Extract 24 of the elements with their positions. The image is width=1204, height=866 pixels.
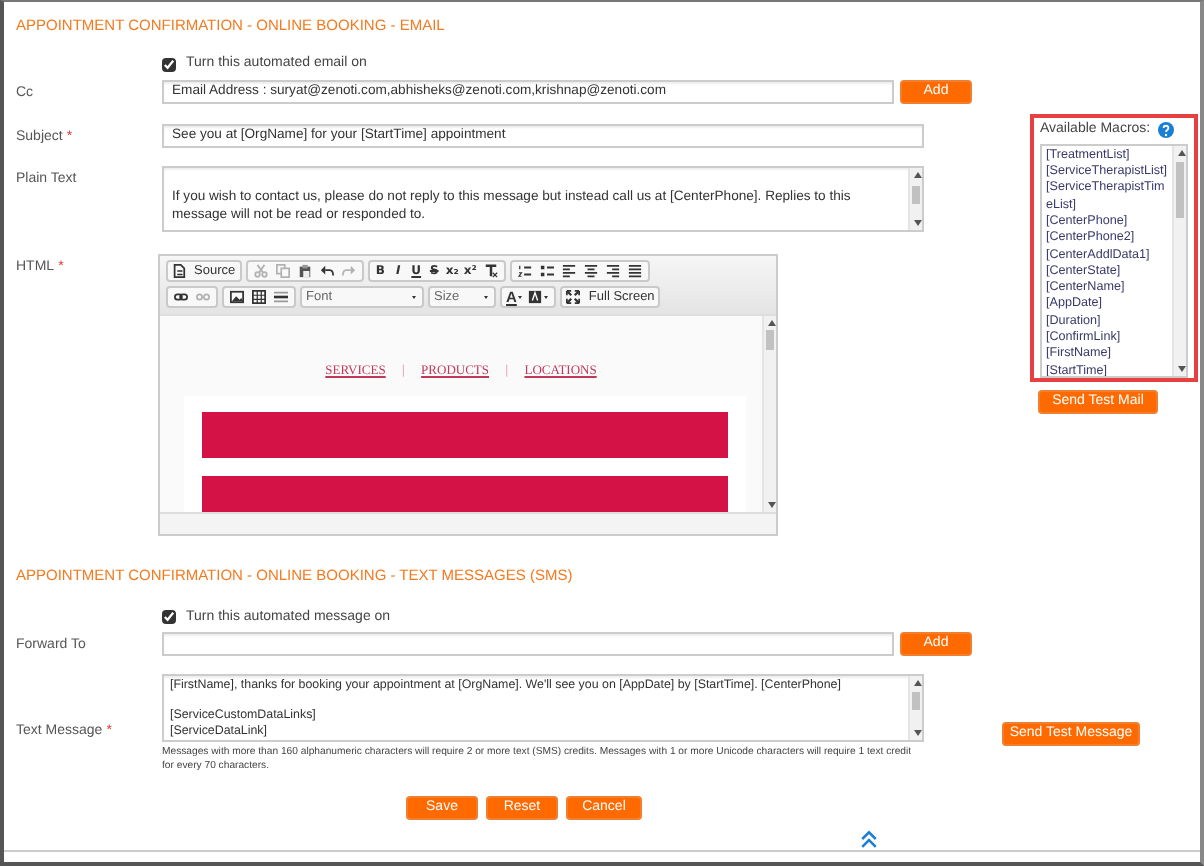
help-icon[interactable] bbox=[1158, 122, 1175, 139]
align-left-icon[interactable] bbox=[561, 264, 576, 279]
remove-format-icon[interactable] bbox=[483, 264, 498, 279]
scrollbar[interactable] bbox=[908, 676, 922, 741]
fullscreen-icon[interactable] bbox=[566, 290, 581, 305]
undo-icon[interactable] bbox=[319, 264, 334, 279]
checkbox[interactable] bbox=[162, 610, 176, 625]
image-icon[interactable] bbox=[230, 290, 244, 305]
link-icon[interactable] bbox=[174, 290, 188, 305]
horizontal-rule-icon[interactable] bbox=[274, 290, 288, 305]
align-center-icon[interactable] bbox=[583, 264, 598, 279]
checkbox[interactable] bbox=[162, 58, 176, 73]
bullet-list-icon[interactable] bbox=[539, 264, 554, 279]
align-right-icon[interactable] bbox=[605, 264, 620, 279]
justify-icon[interactable] bbox=[627, 264, 642, 279]
scrollbar[interactable] bbox=[762, 316, 776, 513]
forward-to-field[interactable] bbox=[162, 632, 894, 657]
document-icon[interactable] bbox=[172, 264, 186, 279]
double-chevron-up-icon[interactable] bbox=[860, 830, 878, 849]
numbered-list-icon[interactable] bbox=[517, 264, 532, 279]
table-icon[interactable] bbox=[252, 290, 266, 305]
paste-icon[interactable] bbox=[297, 264, 312, 279]
scrollbar[interactable] bbox=[1172, 145, 1186, 376]
scrollbar[interactable] bbox=[908, 168, 922, 231]
